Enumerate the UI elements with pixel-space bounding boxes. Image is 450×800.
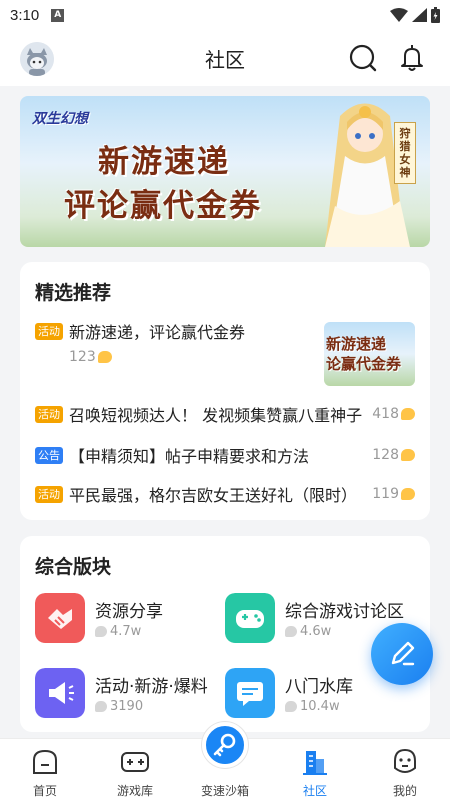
- comment-bubble-icon: [401, 444, 415, 461]
- featured-item-title: 平民最强，格尔吉欧女王送好礼（限时）: [69, 486, 358, 505]
- community-icon: [303, 751, 327, 775]
- featured-item-title: 召唤短视频达人！ 发视频集赞赢八重神子: [69, 406, 363, 425]
- comment-count: 418: [372, 403, 415, 422]
- comment-bubble-icon: [97, 346, 112, 363]
- status-time: 3:10: [10, 6, 40, 24]
- board-post-count: 3190: [95, 699, 143, 714]
- board-count-value: 3190: [110, 699, 144, 714]
- banner-tag: 狩猎女神: [394, 122, 416, 184]
- thumbnail-line2: 论赢代金券: [326, 355, 402, 373]
- gamepad-icon: [225, 593, 275, 643]
- board-name: 八门水库: [285, 677, 353, 697]
- featured-thumbnail[interactable]: 新游速递 论赢代金券: [324, 322, 415, 386]
- compose-post-button[interactable]: [371, 623, 433, 685]
- nav-profile[interactable]: 我的: [360, 739, 450, 800]
- comment-bubble-icon: [401, 483, 415, 500]
- comment-bubble-icon: [401, 403, 415, 420]
- chat-icon: [225, 668, 275, 718]
- comment-count: 119: [372, 483, 415, 502]
- signal-icon: [412, 8, 427, 22]
- featured-item[interactable]: 活动 召唤短视频达人！ 发视频集赞赢八重神子 418: [35, 402, 415, 426]
- banner-game-logo: 双生幻想: [32, 111, 88, 127]
- board-post-count: 4.7w: [95, 624, 141, 639]
- comment-bubble-icon: [285, 626, 297, 637]
- avatar[interactable]: [20, 42, 54, 76]
- comment-count: 128: [372, 444, 415, 463]
- board-name: 资源分享: [95, 602, 163, 622]
- thumbnail-line1: 新游速递: [326, 335, 387, 353]
- board-count-value: 4.7w: [110, 624, 142, 639]
- board-count-value: 4.6w: [300, 624, 332, 639]
- bell-icon[interactable]: [397, 43, 427, 73]
- megaphone-icon: [35, 668, 85, 718]
- nav-label: 变速沙箱: [200, 784, 249, 798]
- comment-count: 123: [69, 346, 112, 365]
- status-icons: [390, 7, 440, 23]
- nav-label: 我的: [392, 784, 417, 798]
- battery-icon: [431, 7, 440, 23]
- activity-badge: 活动: [35, 405, 63, 423]
- comment-bubble-icon: [95, 626, 107, 637]
- featured-title: 精选推荐: [35, 282, 112, 304]
- status-bar: 3:10 A: [0, 0, 450, 30]
- wifi-icon: [390, 8, 408, 22]
- featured-item[interactable]: 公告 【申精须知】帖子申精要求和方法 128: [35, 443, 415, 467]
- featured-top-item[interactable]: 活动 新游速递，评论赢代金券: [35, 319, 315, 343]
- notice-badge: 公告: [35, 446, 63, 464]
- gamepad-icon: [121, 752, 149, 772]
- board-name: 活动·新游·爆料: [95, 677, 208, 697]
- comment-count-value: 128: [372, 447, 399, 463]
- nav-game-library[interactable]: 游戏库: [90, 739, 180, 800]
- activity-badge: 活动: [35, 485, 63, 503]
- page-title: 社区: [205, 48, 245, 72]
- nav-home[interactable]: 首页: [0, 739, 90, 800]
- search-icon[interactable]: [348, 43, 378, 73]
- handshake-icon: [35, 593, 85, 643]
- comment-count-value: 418: [372, 406, 399, 422]
- comment-bubble-icon: [285, 701, 297, 712]
- comment-count-value: 119: [372, 486, 399, 502]
- nav-label: 游戏库: [116, 784, 153, 798]
- speed-sandbox-button[interactable]: [202, 722, 248, 768]
- banner-headline: 新游速递: [98, 144, 230, 180]
- key-icon: [213, 733, 236, 757]
- pencil-icon: [391, 641, 415, 666]
- comment-count-value: 123: [69, 349, 96, 365]
- featured-item-title: 【申精须知】帖子申精要求和方法: [69, 447, 310, 466]
- activity-badge: 活动: [35, 322, 63, 340]
- board-post-count: 10.4w: [285, 699, 340, 714]
- board-count-value: 10.4w: [300, 699, 340, 714]
- boards-section: 综合版块 资源分享 4.7w 综合游戏讨论区 4.6w 活动·新游·爆料 319…: [20, 536, 430, 732]
- home-icon: [33, 749, 57, 774]
- comment-bubble-icon: [95, 701, 107, 712]
- nav-label: 首页: [32, 784, 57, 798]
- nav-community[interactable]: 社区: [270, 739, 360, 800]
- notification-icon: A: [51, 8, 65, 22]
- boards-title: 综合版块: [35, 556, 112, 578]
- nav-label: 社区: [302, 784, 327, 798]
- avatar-image: [20, 42, 54, 76]
- board-name: 综合游戏讨论区: [285, 602, 404, 622]
- board-post-count: 4.6w: [285, 624, 331, 639]
- board-item-resources[interactable]: 资源分享 4.7w: [35, 593, 225, 645]
- profile-icon: [394, 748, 416, 773]
- app-header: 社区: [0, 30, 450, 86]
- thumbnail-text: 新游速递 论赢代金券: [326, 334, 401, 374]
- board-item-events[interactable]: 活动·新游·爆料 3190: [35, 668, 225, 720]
- featured-item-title: 新游速递，评论赢代金券: [69, 323, 246, 342]
- promo-banner[interactable]: 双生幻想 新游速递 评论赢代金券 狩猎女神: [20, 96, 430, 247]
- banner-subheadline: 评论赢代金券: [64, 188, 262, 224]
- featured-item[interactable]: 活动 平民最强，格尔吉欧女王送好礼（限时） 119: [35, 482, 415, 506]
- featured-section: 精选推荐 活动 新游速递，评论赢代金券 123 新游速递 论赢代金券 活动 召唤…: [20, 262, 430, 520]
